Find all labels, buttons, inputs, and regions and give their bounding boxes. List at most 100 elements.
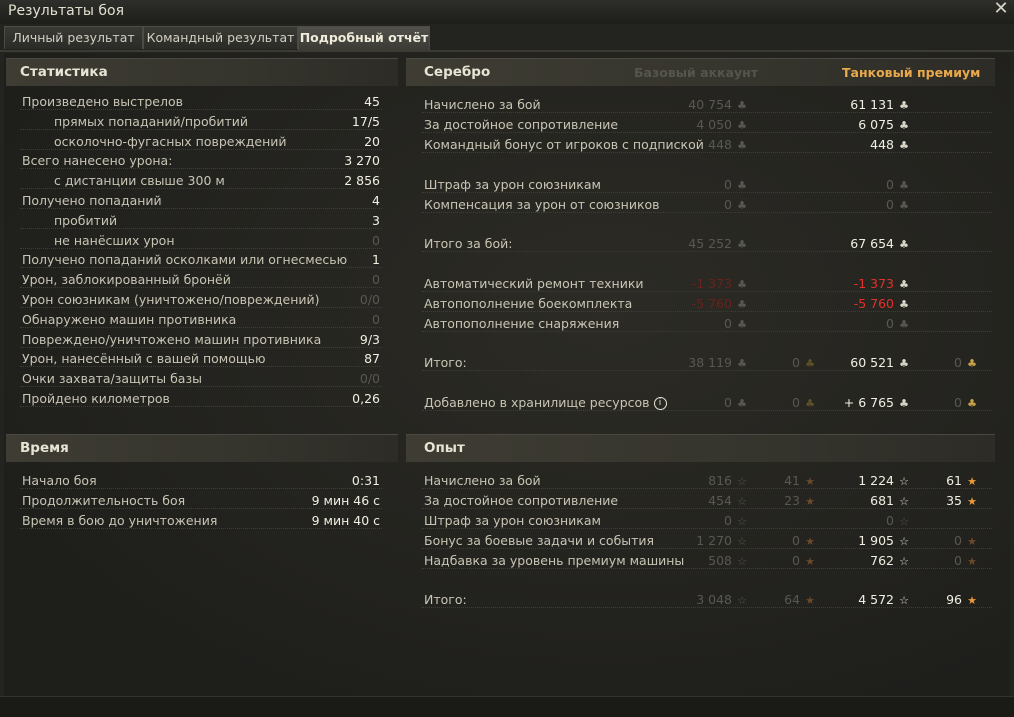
stat-value: 0 (372, 311, 380, 327)
silver-premium-value: 448 ♣ (870, 137, 910, 152)
silver-base-gold: 0 ♣ (792, 395, 816, 410)
stat-value: 0,26 (352, 391, 380, 406)
xp-premium-free-text: 35 (946, 493, 962, 508)
xp-premium-value: 681 ☆ (870, 493, 910, 508)
xp-premium-free: 0 ★ (954, 533, 978, 548)
base-account-column-header: Базовый аккаунт (634, 65, 759, 80)
xp-base-free: 64 ★ (784, 592, 816, 607)
xp-base-free-text: 0 (792, 533, 800, 548)
xp-base-free: 0 ★ (792, 533, 816, 548)
stat-label: Очки захвата/защиты базы (22, 371, 202, 387)
xp-base-free-text: 0 (792, 553, 800, 568)
tab-detailed-report[interactable]: Подробный отчёт (298, 26, 430, 50)
silver-base-gold: 0 ♣ (792, 355, 816, 370)
silver-premium-value: 60 521 ♣ (850, 355, 910, 370)
xp-premium-value: 4 572 ☆ (858, 592, 910, 607)
credits-icon: ♣ (737, 298, 747, 311)
star-icon: ☆ (899, 535, 909, 548)
silver-premium-value: 0 ♣ (886, 177, 910, 192)
credits-icon: ♣ (899, 139, 909, 152)
gold-icon: ♣ (805, 397, 815, 410)
stat-label: прямых попаданий/пробитий (54, 113, 249, 129)
credits-icon: ♣ (899, 99, 909, 112)
xp-premium-value: 762 ☆ (870, 553, 910, 568)
silver-base-value: 0 ♣ (724, 177, 748, 192)
time-title: Время (20, 440, 69, 456)
free-xp-star-icon: ★ (967, 594, 977, 607)
silver-label-text: Компенсация за урон от союзников (424, 197, 660, 212)
silver-base-value-text: 0 (724, 316, 732, 331)
silver-base-value-text: 0 (724, 395, 732, 410)
xp-label: За достойное сопротивление (424, 493, 619, 508)
close-icon[interactable]: ✕ (992, 0, 1010, 18)
free-xp-star-icon: ★ (805, 475, 815, 488)
credits-icon: ♣ (899, 278, 909, 291)
stat-value: 9/3 (359, 331, 380, 347)
silver-base-value: 38 119 ♣ (688, 355, 748, 370)
silver-premium-value-text: 0 (886, 197, 894, 212)
report-content: Статистика Произведено выстрелов 45 прямых… (4, 53, 1010, 696)
star-icon: ☆ (737, 594, 747, 607)
xp-premium-value-text: 4 572 (858, 592, 894, 607)
stat-value: 3 270 (344, 153, 380, 169)
xp-base-value: 3 048 ☆ (696, 592, 748, 607)
silver-base-value: -5 760 ♣ (692, 296, 748, 311)
silver-premium-value-text: 67 654 (850, 236, 894, 251)
silver-label: Штраф за урон союзникам (424, 177, 601, 192)
free-xp-star-icon: ★ (967, 475, 977, 488)
silver-premium-value-text: + 6 765 (843, 395, 894, 410)
tab-team-result[interactable]: Командный результат (143, 26, 298, 49)
stat-label: Урон, нанесённый с вашей помощью (22, 351, 266, 367)
credits-icon: ♣ (899, 397, 909, 410)
silver-label-text: Штраф за урон союзникам (424, 177, 601, 192)
tank-premium-column-header: Танковый премиум (842, 65, 981, 80)
star-icon: ☆ (737, 555, 747, 568)
stat-value: 87 (364, 351, 380, 367)
silver-base-value-text: 40 754 (688, 97, 732, 112)
gold-icon: ♣ (805, 357, 815, 370)
xp-premium-value: 0 ☆ (886, 513, 910, 528)
silver-label-text: Итого: (424, 355, 467, 370)
credits-icon: ♣ (737, 238, 747, 251)
stat-value: 17/5 (351, 113, 380, 129)
silver-label: Итого: (424, 355, 467, 370)
credits-icon: ♣ (737, 99, 747, 112)
time-value: 0:31 (351, 473, 380, 488)
info-icon[interactable]: i (653, 397, 667, 410)
silver-base-value-text: 0 (724, 177, 732, 192)
silver-base-value-text: 45 252 (688, 236, 732, 251)
silver-base-value: 0 ♣ (724, 316, 748, 331)
silver-label-text: Добавлено в хранилище ресурсов (424, 395, 650, 410)
xp-base-free: 23 ★ (784, 493, 816, 508)
silver-base-value-text: 4 050 (696, 117, 732, 132)
xp-premium-free: 35 ★ (946, 493, 978, 508)
time-label: Время в бою до уничтожения (22, 513, 218, 528)
gold-icon: ♣ (967, 397, 977, 410)
xp-base-value-text: 816 (708, 473, 732, 488)
xp-base-free-text: 41 (784, 473, 800, 488)
xp-label: Начислено за бой (424, 473, 541, 488)
xp-base-value-text: 508 (708, 553, 732, 568)
free-xp-star-icon: ★ (967, 495, 977, 508)
silver-premium-gold: 0 ♣ (954, 355, 978, 370)
credits-icon: ♣ (899, 298, 909, 311)
credits-icon: ♣ (899, 318, 909, 331)
xp-premium-free-text: 0 (954, 533, 962, 548)
xp-premium-value: 1 224 ☆ (858, 473, 910, 488)
stat-value: 2 856 (344, 173, 380, 189)
xp-label: Итого: (424, 592, 467, 607)
bottom-bar (0, 696, 1014, 717)
silver-label: Добавлено в хранилище ресурсов i (424, 395, 667, 410)
silver-label: Начислено за бой (424, 97, 541, 112)
xp-base-value-text: 0 (724, 513, 732, 528)
window-title: Результаты боя (8, 3, 124, 19)
credits-icon: ♣ (737, 139, 747, 152)
silver-base-value: 40 754 ♣ (688, 97, 748, 112)
free-xp-star-icon: ★ (805, 495, 815, 508)
free-xp-star-icon: ★ (805, 535, 815, 548)
xp-label: Штраф за урон союзникам (424, 513, 601, 528)
tab-personal-result[interactable]: Личный результат (4, 26, 143, 49)
credits-icon: ♣ (737, 119, 747, 132)
silver-premium-value: -5 760 ♣ (854, 296, 910, 311)
star-icon: ☆ (899, 555, 909, 568)
